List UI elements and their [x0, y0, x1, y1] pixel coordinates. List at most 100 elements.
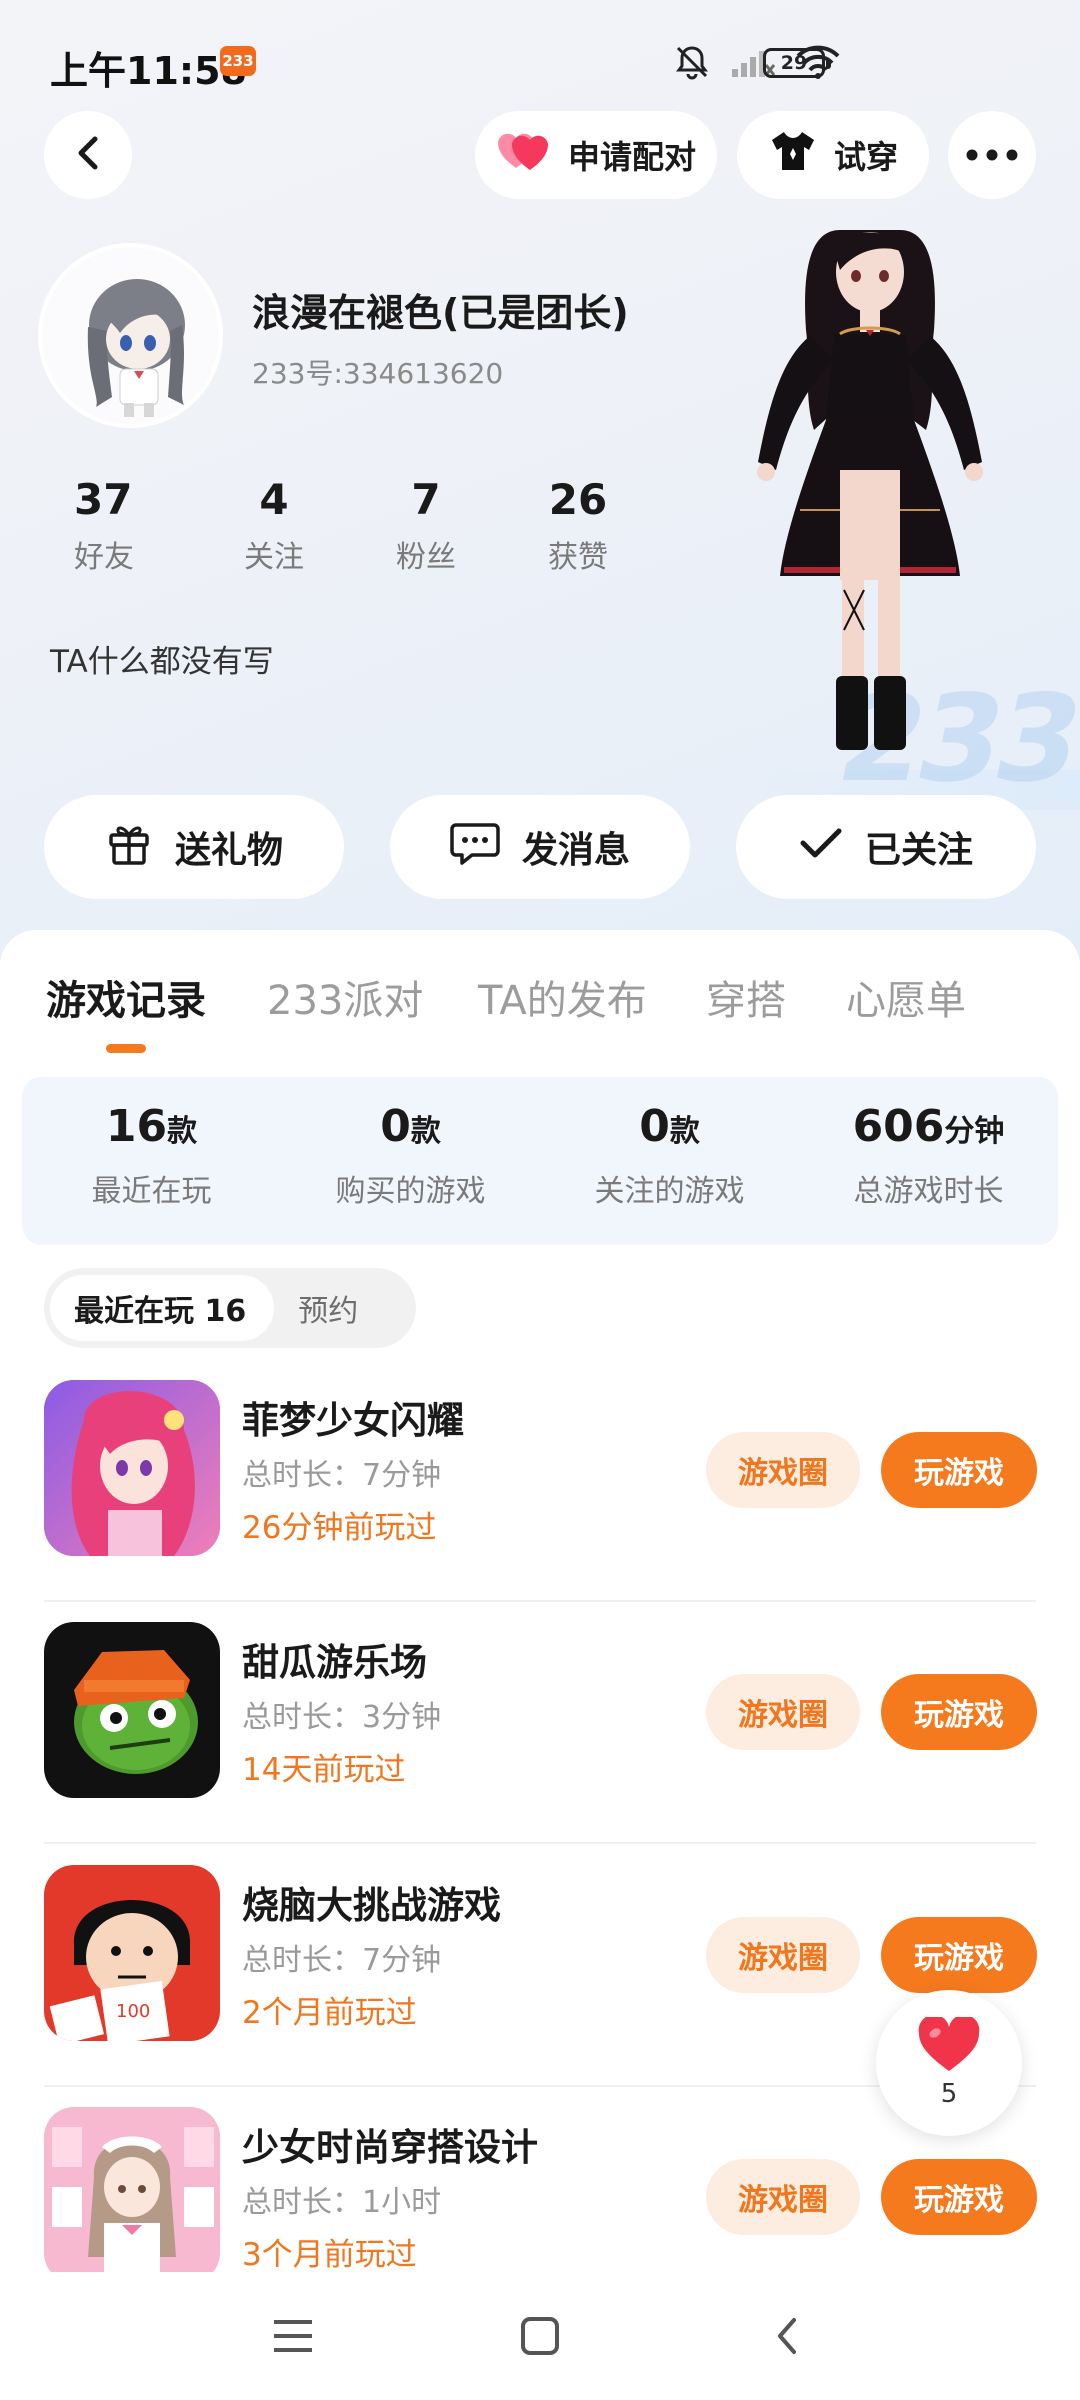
summary-unit: 款	[669, 1114, 700, 1149]
game-title: 少女时尚穿搭设计	[242, 2126, 538, 2169]
play-game-button[interactable]: 玩游戏	[881, 1917, 1037, 1993]
game-circle-button[interactable]: 游戏圈	[706, 2159, 860, 2235]
tab-posts[interactable]: TA的发布	[478, 968, 647, 1026]
summary-value: 606	[852, 1101, 945, 1152]
tab-233-party[interactable]: 233派对	[267, 968, 423, 1026]
system-nav-bar	[0, 2272, 1080, 2400]
hearts-icon	[496, 128, 552, 182]
play-game-button[interactable]: 玩游戏	[881, 1674, 1037, 1750]
try-on-button[interactable]: 试穿	[737, 111, 929, 199]
play-game-button[interactable]: 玩游戏	[881, 1432, 1037, 1508]
hamburger-icon	[272, 2318, 314, 2358]
game-icon	[44, 1380, 220, 1556]
tab-outfits[interactable]: 穿搭	[706, 968, 786, 1026]
svg-text:100: 100	[116, 2001, 150, 2022]
user-id[interactable]: 233号:334613620	[252, 352, 503, 392]
stat-likes[interactable]: 26 获赞	[502, 475, 654, 576]
summary-total-time[interactable]: 606分钟 总游戏时长	[799, 1077, 1058, 1245]
more-dots-icon	[966, 146, 1018, 165]
summary-unit: 款	[410, 1114, 441, 1149]
stat-fans[interactable]: 7 粉丝	[350, 475, 502, 576]
game-circle-button[interactable]: 游戏圈	[706, 1917, 860, 1993]
game-duration: 总时长：7分钟	[242, 1458, 442, 1493]
summary-label: 购买的游戏	[335, 1174, 486, 1209]
summary-recent[interactable]: 16款 最近在玩	[22, 1077, 281, 1245]
game-last-played: 2个月前玩过	[242, 1995, 417, 2031]
apply-pair-label: 申请配对	[567, 138, 696, 176]
status-bar: 上午11:58 233 29	[0, 0, 1080, 120]
active-tab-indicator	[106, 1044, 146, 1053]
square-icon	[520, 2316, 560, 2360]
bio-text: TA什么都没有写	[50, 644, 274, 680]
divider	[44, 1842, 1036, 1844]
try-on-label: 试穿	[833, 138, 898, 176]
summary-label: 总游戏时长	[853, 1174, 1004, 1209]
summary-label: 关注的游戏	[594, 1174, 745, 1209]
mute-bell-icon	[672, 42, 712, 86]
avatar-illustration	[42, 247, 219, 424]
summary-value: 16	[105, 1101, 168, 1152]
play-game-button[interactable]: 玩游戏	[881, 2159, 1037, 2235]
game-title: 菲梦少女闪耀	[242, 1399, 464, 1442]
filter-reserve[interactable]: 预约	[274, 1275, 382, 1341]
chevron-left-icon	[73, 133, 103, 177]
chevron-left-icon	[774, 2316, 800, 2360]
stat-label: 粉丝	[396, 540, 456, 575]
username: 浪漫在褪色(已是团长)	[252, 291, 629, 335]
stat-value: 4	[259, 475, 289, 524]
stat-value: 26	[548, 475, 608, 524]
summary-unit: 分钟	[944, 1114, 1005, 1149]
game-icon	[44, 2107, 220, 2283]
game-title: 烧脑大挑战游戏	[242, 1884, 501, 1927]
followed-button[interactable]: 已关注	[736, 795, 1036, 899]
summary-value: 0	[380, 1101, 411, 1152]
tab-game-records[interactable]: 游戏记录	[46, 968, 206, 1026]
game-summary: 16款 最近在玩 0款 购买的游戏 0款 关注的游戏 606分钟 总游戏时长	[22, 1077, 1058, 1245]
game-title: 甜瓜游乐场	[242, 1641, 427, 1684]
back-nav-button[interactable]	[757, 2308, 817, 2368]
send-gift-button[interactable]: 送礼物	[44, 795, 344, 899]
summary-unit: 款	[167, 1114, 198, 1149]
more-button[interactable]	[948, 111, 1036, 199]
profile-stats: 37 好友 4 关注 7 粉丝 26 获赞	[46, 475, 654, 576]
app-badge-icon: 233	[220, 46, 256, 76]
like-count: 5	[940, 2079, 958, 2109]
menu-nav-button[interactable]	[263, 2308, 323, 2368]
send-message-button[interactable]: 发消息	[390, 795, 690, 899]
send-gift-label: 送礼物	[174, 830, 283, 871]
game-last-played: 26分钟前玩过	[242, 1510, 437, 1546]
avatar-character-3d[interactable]	[740, 210, 1000, 780]
game-list-item[interactable]: 甜瓜游乐场 总时长：3分钟 14天前玩过 游戏圈 玩游戏	[0, 1602, 1080, 1844]
stat-following[interactable]: 4 关注	[198, 475, 350, 576]
game-icon	[44, 1622, 220, 1798]
game-circle-button[interactable]: 游戏圈	[706, 1674, 860, 1750]
stat-value: 7	[411, 475, 441, 524]
gift-icon	[105, 819, 153, 876]
summary-followed[interactable]: 0款 关注的游戏	[540, 1077, 799, 1245]
stat-label: 好友	[74, 540, 134, 575]
tab-wishlist[interactable]: 心愿单	[846, 968, 966, 1026]
game-list-item[interactable]: 菲梦少女闪耀 总时长：7分钟 26分钟前玩过 游戏圈 玩游戏	[0, 1360, 1080, 1602]
game-last-played: 14天前玩过	[242, 1752, 406, 1788]
apply-pair-button[interactable]: 申请配对	[475, 111, 717, 199]
tshirt-icon	[768, 128, 818, 182]
profile-tabs: 游戏记录 233派对 TA的发布 穿搭 心愿单	[0, 968, 1080, 1058]
avatar[interactable]	[38, 243, 223, 428]
game-duration: 总时长：7分钟	[242, 1943, 442, 1978]
send-message-label: 发消息	[521, 830, 630, 871]
game-filter-toggle: 最近在玩 16 预约	[44, 1268, 416, 1348]
summary-purchased[interactable]: 0款 购买的游戏	[281, 1077, 540, 1245]
back-button[interactable]	[44, 111, 132, 199]
game-duration: 总时长：1小时	[242, 2185, 442, 2220]
stat-friends[interactable]: 37 好友	[46, 475, 198, 576]
battery-indicator: 29	[763, 48, 831, 78]
chat-bubble-icon	[450, 819, 500, 876]
stat-value: 37	[74, 475, 133, 524]
like-button[interactable]: 5	[876, 1990, 1022, 2136]
heart-icon	[917, 2014, 981, 2077]
home-nav-button[interactable]	[510, 2308, 570, 2368]
game-circle-button[interactable]: 游戏圈	[706, 1432, 860, 1508]
summary-label: 最近在玩	[91, 1174, 212, 1209]
game-icon: 100	[44, 1865, 220, 2041]
filter-recent[interactable]: 最近在玩 16	[50, 1275, 275, 1341]
